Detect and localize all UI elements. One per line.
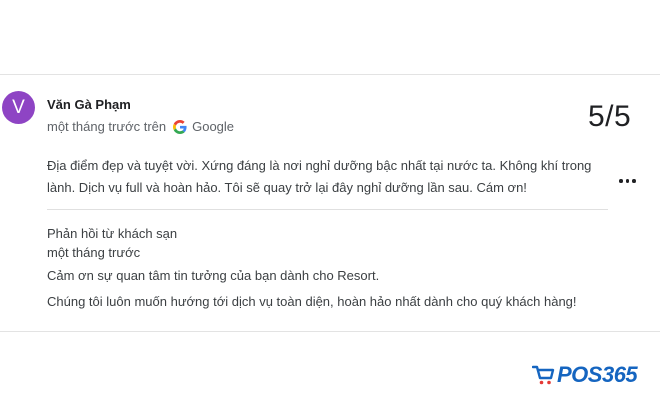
reviewer-name[interactable]: Văn Gà Phạm <box>47 97 131 112</box>
reply-text-line-1: Cảm ơn sự quan tâm tin tưởng của bạn dàn… <box>47 268 380 283</box>
more-horizontal-icon <box>619 179 623 183</box>
more-options-button[interactable] <box>619 179 636 183</box>
reply-text-line-2: Chúng tôi luôn muốn hướng tới dịch vụ to… <box>47 294 577 309</box>
pos365-logo: POS365 <box>531 362 638 388</box>
bottom-divider <box>0 331 660 332</box>
review-meta: một tháng trước trên Google <box>47 119 234 134</box>
review-score: 5/5 <box>588 100 632 133</box>
reply-divider <box>47 209 608 210</box>
top-divider <box>0 74 660 75</box>
reply-label: Phản hồi từ khách sạn <box>47 226 178 241</box>
logo-text: POS365 <box>557 362 638 387</box>
source-name: Google <box>192 119 235 134</box>
review-time: một tháng trước trên <box>47 119 167 134</box>
review-text: Địa điểm đẹp và tuyệt vời. Xứng đáng là … <box>47 158 592 195</box>
shopping-cart-icon <box>531 364 556 386</box>
avatar[interactable]: V <box>2 91 35 124</box>
reply-time: một tháng trước <box>47 245 141 260</box>
google-g-icon <box>173 119 187 134</box>
